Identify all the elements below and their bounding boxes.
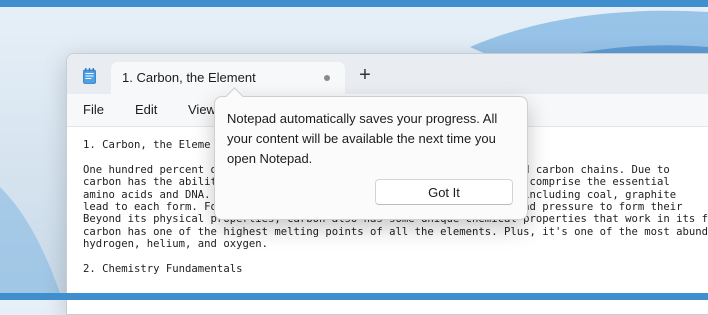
tab-document[interactable]: 1. Carbon, the Element: [111, 62, 345, 94]
tab-title: 1. Carbon, the Element: [122, 70, 256, 85]
got-it-button[interactable]: Got It: [375, 179, 513, 205]
top-screen-edge: [0, 0, 708, 7]
editor-line: hydrogen, helium, and oxygen.: [83, 238, 268, 251]
new-tab-button[interactable]: +: [353, 64, 377, 88]
menu-file[interactable]: File: [83, 102, 104, 117]
tip-message: Notepad automatically saves your progres…: [227, 111, 498, 166]
editor-line: 1. Carbon, the Eleme: [83, 139, 211, 151]
taskbar-edge: [0, 293, 708, 300]
notepad-icon[interactable]: [83, 68, 96, 84]
menu-view[interactable]: View: [188, 102, 216, 117]
autosave-teaching-tip: Notepad automatically saves your progres…: [214, 87, 528, 220]
editor-line: 2. Chemistry Fundamentals: [83, 263, 243, 276]
unsaved-dot-icon[interactable]: [324, 75, 330, 81]
menu-edit[interactable]: Edit: [135, 102, 157, 117]
tab-strip: 1. Carbon, the Element +: [67, 54, 708, 94]
editor-line: carbon has one of the highest melting po…: [83, 225, 708, 238]
